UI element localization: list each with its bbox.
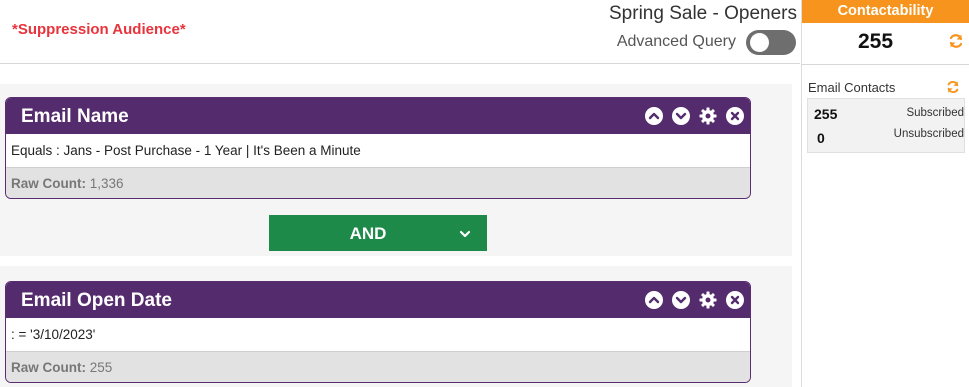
rule-header: Email Open Date [6, 282, 750, 318]
close-icon[interactable] [725, 106, 745, 126]
email-contacts-label: Email Contacts [808, 80, 896, 95]
chevron-down-icon[interactable] [671, 290, 691, 310]
rule-card-email-open-date: Email Open Date : = '3/10/2023' Raw Coun… [5, 281, 751, 383]
canvas-gap [0, 256, 792, 266]
email-contacts-summary: 255 Subscribed 0 Unsubscribed [807, 98, 965, 153]
query-header: *Suppression Audience* Spring Sale - Ope… [0, 0, 800, 64]
query-builder: *Suppression Audience* Spring Sale - Ope… [0, 0, 800, 387]
raw-count-value: 1,336 [89, 176, 124, 191]
raw-count: Raw Count: 1,336 [6, 168, 750, 198]
contactability-title: Contactability [802, 0, 969, 23]
contactability-total: 255 [858, 30, 894, 53]
rule-condition[interactable]: : = '3/10/2023' [6, 318, 750, 352]
rule-card-email-name: Email Name Equals : Jans - Post Purchase… [5, 97, 751, 199]
gear-icon[interactable] [698, 106, 718, 126]
raw-count-value: 255 [89, 360, 113, 375]
rule-condition[interactable]: Equals : Jans - Post Purchase - 1 Year |… [6, 134, 750, 168]
rule-actions [644, 290, 745, 310]
gear-icon[interactable] [698, 290, 718, 310]
unsubscribed-label: Unsubscribed [893, 128, 964, 140]
and-label: AND [349, 224, 387, 243]
raw-count: Raw Count: 255 [6, 352, 750, 382]
caret-down-icon [459, 226, 471, 244]
sidebar-divider [802, 64, 969, 65]
chevron-up-icon[interactable] [644, 290, 664, 310]
rule-title: Email Name [21, 106, 129, 127]
refresh-icon[interactable] [948, 33, 964, 54]
suppression-audience-label: *Suppression Audience* [12, 21, 186, 38]
toggle-knob [750, 33, 769, 52]
raw-count-label: Raw Count: [11, 176, 86, 191]
refresh-icon[interactable] [946, 80, 960, 99]
close-icon[interactable] [725, 290, 745, 310]
unsubscribed-count: 0 [817, 130, 825, 146]
audience-name: Spring Sale - Openers [609, 3, 797, 24]
chevron-up-icon[interactable] [644, 106, 664, 126]
advanced-query-label: Advanced Query [616, 33, 736, 50]
rule-actions [644, 106, 745, 126]
subscribed-label: Subscribed [906, 107, 964, 119]
advanced-query-toggle[interactable] [746, 30, 796, 55]
and-connector-button[interactable]: AND [269, 215, 487, 251]
rule-header: Email Name [6, 98, 750, 134]
contactability-panel: Contactability 255 Email Contacts 255 Su… [801, 0, 969, 387]
rule-title: Email Open Date [21, 290, 172, 311]
subscribed-count: 255 [814, 106, 838, 122]
raw-count-label: Raw Count: [11, 360, 86, 375]
chevron-down-icon[interactable] [671, 106, 691, 126]
